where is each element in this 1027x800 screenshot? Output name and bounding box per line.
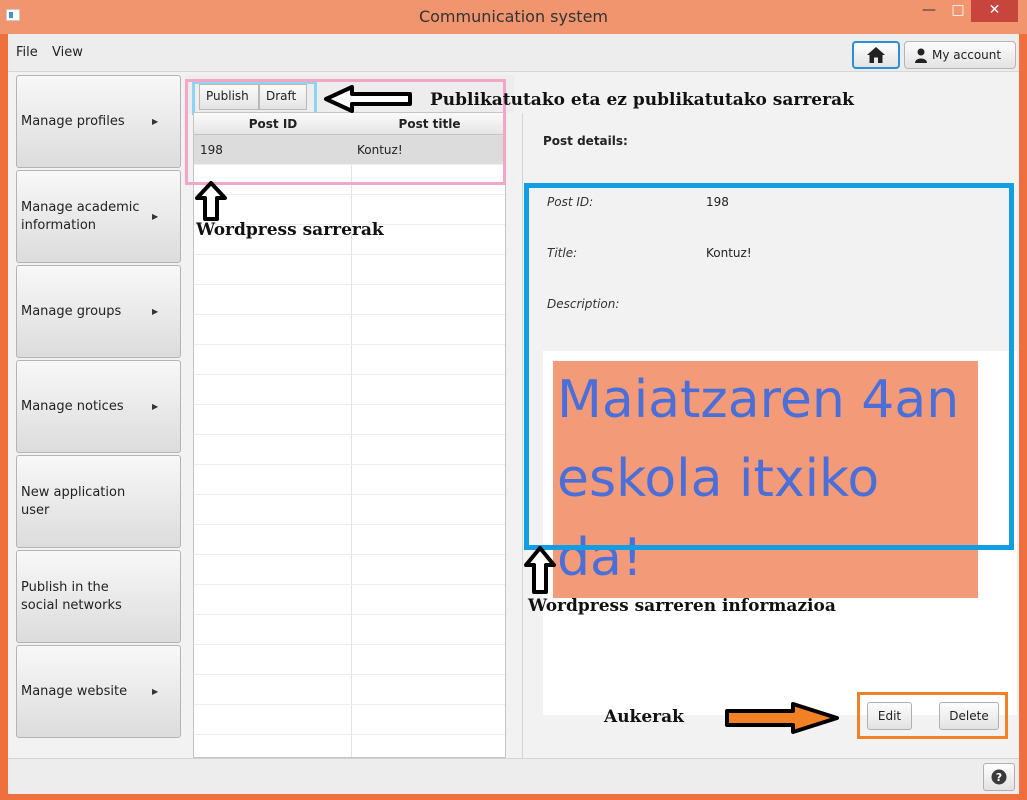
- sidebar-item-label: Publish in the social networks: [21, 579, 122, 613]
- table-row-empty: [194, 345, 505, 375]
- my-account-label: My account: [932, 48, 1002, 62]
- tabs-annotation-arrow-icon: [324, 85, 412, 113]
- table-row-empty: [194, 255, 505, 285]
- title-bar: Communication system — □ ✕: [0, 0, 1027, 34]
- window-title: Communication system: [418, 7, 609, 26]
- sidebar-item-publish-social-networks[interactable]: Publish in the social networks: [16, 550, 181, 643]
- delete-button[interactable]: Delete: [939, 702, 999, 730]
- table-row-empty: [194, 285, 505, 315]
- maximize-button[interactable]: □: [945, 0, 971, 22]
- edit-button[interactable]: Edit: [867, 702, 912, 730]
- submenu-arrow-icon: ▶: [152, 212, 159, 221]
- svg-text:?: ?: [996, 771, 1002, 784]
- submenu-arrow-icon: ▶: [152, 307, 159, 316]
- table-row-empty: [194, 525, 505, 555]
- menu-view[interactable]: View: [52, 45, 83, 60]
- user-icon: [915, 48, 927, 63]
- details-annotation-arrow-icon: [524, 546, 556, 594]
- help-button[interactable]: ?: [983, 763, 1015, 791]
- minimize-button[interactable]: —: [916, 0, 942, 22]
- table-row-empty: [194, 555, 505, 585]
- table-row-empty: [194, 585, 505, 615]
- details-highlight-frame: [524, 183, 1014, 550]
- menu-file[interactable]: File: [16, 45, 38, 60]
- my-account-button[interactable]: My account: [904, 41, 1016, 69]
- tabs-annotation: Publikatutako eta ez publikatutako sarre…: [430, 90, 854, 110]
- post-details-heading: Post details:: [543, 134, 628, 148]
- home-icon: [867, 47, 885, 63]
- table-row-empty: [194, 435, 505, 465]
- submenu-arrow-icon: ▶: [152, 687, 159, 696]
- sidebar-item-label: Manage notices: [21, 398, 124, 414]
- table-row-empty: [194, 675, 505, 705]
- sidebar: Manage profiles ▶ Manage academic inform…: [16, 75, 184, 758]
- sidebar-item-label: New application user: [21, 484, 126, 518]
- details-annotation: Wordpress sarreren informazioa: [528, 596, 836, 616]
- sidebar-item-label: Manage groups: [21, 303, 122, 319]
- table-row-empty: [194, 705, 505, 735]
- posts-table: Post ID Post title 198 Kontuz!: [193, 112, 506, 758]
- sidebar-item-manage-website[interactable]: Manage website ▶: [16, 645, 181, 738]
- table-row-empty: [194, 615, 505, 645]
- sidebar-item-manage-groups[interactable]: Manage groups ▶: [16, 265, 181, 358]
- sidebar-item-label: Manage website: [21, 683, 128, 699]
- table-row-empty: [194, 645, 505, 675]
- submenu-arrow-icon: ▶: [152, 117, 159, 126]
- close-button[interactable]: ✕: [971, 0, 1018, 22]
- actions-annotation-arrow-icon: [725, 702, 839, 734]
- sidebar-item-new-application-user[interactable]: New application user: [16, 455, 181, 548]
- table-annotation: Wordpress sarrerak: [196, 220, 384, 240]
- table-row-empty: [194, 405, 505, 435]
- home-button[interactable]: [852, 41, 900, 69]
- table-row-empty: [194, 495, 505, 525]
- sidebar-item-manage-academic-information[interactable]: Manage academic information ▶: [16, 170, 181, 263]
- sidebar-item-label: Manage academic information: [21, 199, 140, 233]
- table-row-empty: [194, 375, 505, 405]
- status-bar: [8, 758, 1019, 794]
- table-annotation-arrow-icon: [195, 181, 227, 221]
- sidebar-item-label: Manage profiles: [21, 113, 125, 129]
- sidebar-item-manage-notices[interactable]: Manage notices ▶: [16, 360, 181, 453]
- actions-annotation: Aukerak: [604, 707, 684, 727]
- menu-bar: File View My account: [8, 34, 1019, 72]
- table-row-empty: [194, 735, 505, 757]
- table-row-empty: [194, 315, 505, 345]
- table-row-empty: [194, 465, 505, 495]
- submenu-arrow-icon: ▶: [152, 402, 159, 411]
- help-icon: ?: [991, 769, 1007, 785]
- sidebar-item-manage-profiles[interactable]: Manage profiles ▶: [16, 75, 181, 168]
